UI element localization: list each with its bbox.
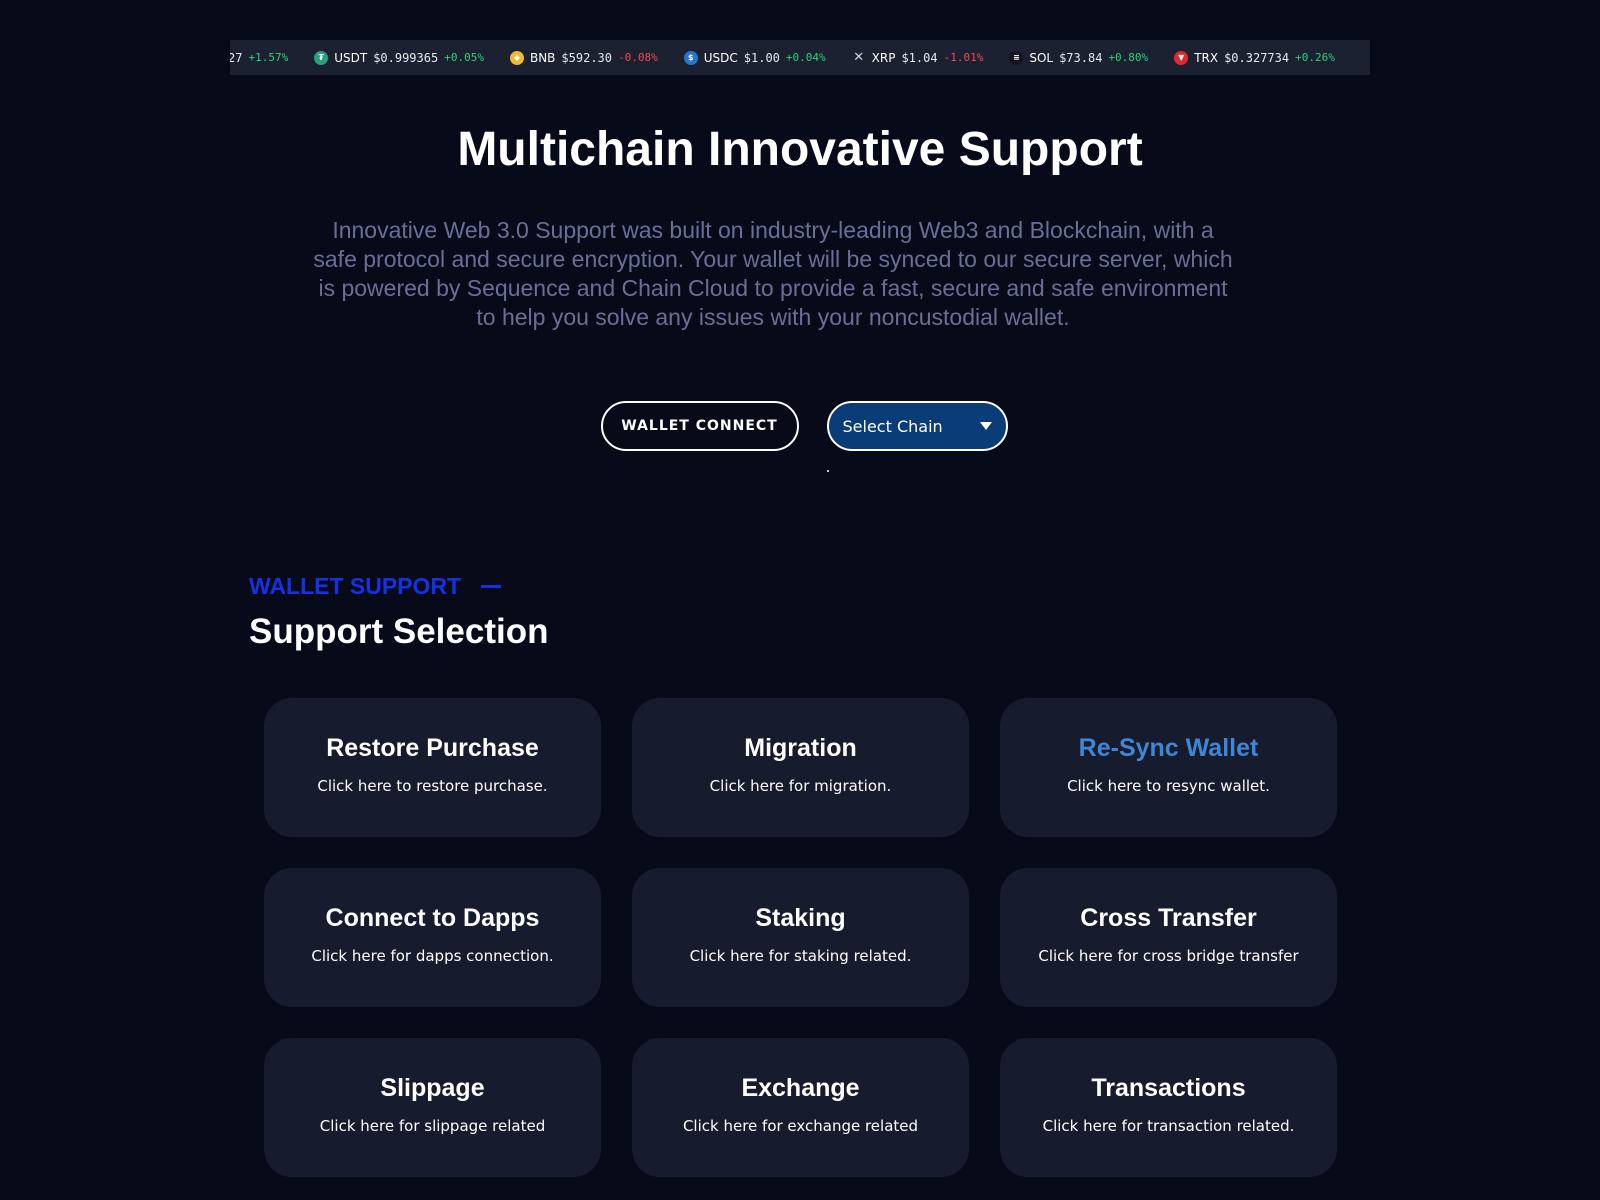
support-card[interactable]: Cross Transfer Click here for cross bridg… [1000, 868, 1337, 1007]
select-chain-dropdown[interactable]: Select Chain [826, 401, 1008, 451]
ticker-change: -0.08% [618, 51, 658, 64]
support-card[interactable]: Transactions Click here for transaction r… [1000, 1038, 1337, 1177]
ticker-item: ▼ TRX $0.327734 +0.26% [1174, 50, 1335, 65]
page: 27 +1.57% ₮ USDT $0.999365 +0.05% ◆ BNB $592.30-… [0, 0, 1600, 1200]
select-chain-value: Select Chain [842, 416, 943, 436]
support-card[interactable]: Connect to Dapps Click here for dapps con… [264, 868, 601, 1007]
page-title: Multichain Innovative Support [457, 123, 1143, 176]
support-card-description: Click here to resync wallet. [1067, 777, 1270, 795]
ticker-change: +0.05% [444, 51, 484, 64]
bnb-icon: ◆ [509, 50, 524, 65]
hero-actions: WALLET CONNECT Select Chain [0, 401, 1600, 451]
ticker-item: ₮ USDT $0.999365 +0.05% [314, 50, 484, 65]
support-card[interactable]: Slippage Click here for slippage related [264, 1038, 601, 1177]
solana-icon: ≡ [1009, 50, 1024, 65]
support-card-title: Cross Transfer [1080, 904, 1257, 932]
support-card[interactable]: Exchange Click here for exchange related [632, 1038, 969, 1177]
support-card-title: Connect to Dapps [325, 904, 540, 932]
support-card[interactable]: Migration Click here for migration. [632, 698, 969, 837]
ticker-price: $73.84 [1059, 50, 1103, 65]
support-card-title: Slippage [380, 1074, 485, 1102]
hero-description: Innovative Web 3.0 Support was built on … [313, 217, 1233, 330]
support-card-description: Click here for cross bridge transfer [1038, 947, 1299, 965]
support-card[interactable]: Re-Sync Wallet Click here to resync walle… [1000, 698, 1337, 837]
support-card-description: Click here to restore purchase. [317, 777, 548, 795]
support-card[interactable]: Restore Purchase Click here to restore pu… [264, 698, 601, 837]
price-ticker: 27 +1.57% ₮ USDT $0.999365 +0.05% ◆ BNB $592.30-… [230, 40, 1370, 75]
support-card-title: Migration [744, 734, 857, 762]
support-card-description: Click here for migration. [709, 777, 892, 795]
support-card-title: Restore Purchase [326, 734, 539, 762]
eyebrow-label: WALLET SUPPORT [249, 573, 462, 599]
ticker-symbol: USDC [703, 50, 738, 65]
support-card-title: Staking [755, 904, 846, 932]
ticker-symbol: TRX [1194, 50, 1219, 65]
tron-icon: ▼ [1174, 50, 1189, 65]
ticker-symbol: BNB [529, 50, 556, 65]
support-card-grid: Restore Purchase Click here to restore pu… [264, 698, 1337, 1177]
ticker-track: 27 +1.57% ₮ USDT $0.999365 +0.05% ◆ BNB $592.30-… [230, 50, 1335, 65]
wallet-connect-button[interactable]: WALLET CONNECT [600, 401, 799, 451]
usdc-icon: $ [683, 50, 698, 65]
ticker-price: $1.04 [901, 50, 938, 65]
ticker-symbol: SOL [1029, 50, 1054, 65]
ticker-price: $592.30 [561, 50, 612, 65]
dash-icon [481, 585, 502, 588]
ticker-item: ✕ XRP $1.04 -1.01% [852, 50, 984, 65]
support-card-description: Click here for staking related. [689, 947, 912, 965]
ticker-item: ≡ SOL $73.84 +0.80% [1009, 50, 1149, 65]
support-card-title: Exchange [741, 1074, 860, 1102]
caret-down-icon [979, 422, 992, 430]
ticker-price: $0.327734 [1224, 50, 1290, 65]
support-card-description: Click here for dapps connection. [311, 947, 554, 965]
ticker-price: $0.999365 [373, 50, 439, 65]
support-card-description: Click here for transaction related. [1042, 1117, 1295, 1135]
ticker-change: +0.80% [1108, 51, 1149, 64]
tether-icon: ₮ [314, 50, 329, 65]
section-eyebrow: WALLET SUPPORT [249, 573, 502, 600]
support-card-description: Click here for exchange related [682, 1117, 919, 1135]
decorative-dot [827, 470, 829, 472]
ticker-item: $ USDC $1.00 +0.04% [683, 50, 826, 65]
ticker-item: 27 +1.57% [230, 51, 288, 65]
support-card[interactable]: Staking Click here for staking related. [632, 868, 969, 1007]
ticker-symbol: USDT [334, 50, 368, 65]
support-card-title: Re-Sync Wallet [1078, 734, 1259, 762]
xrp-icon: ✕ [853, 50, 865, 65]
support-card-description: Click here for slippage related [319, 1117, 546, 1135]
ticker-change: +0.26% [1295, 51, 1335, 64]
ticker-change: +0.04% [785, 51, 826, 64]
ticker-item: ◆ BNB $592.30 -0.08% [509, 50, 658, 65]
support-card-title: Transactions [1091, 1074, 1246, 1102]
ticker-change: +1.57% [248, 51, 289, 64]
ticker-price: 27 [230, 50, 243, 65]
ticker-change: -1.01% [943, 51, 984, 64]
ticker-symbol: XRP [871, 50, 896, 65]
section-title: Support Selection [249, 612, 549, 651]
ticker-price: $1.00 [743, 50, 780, 65]
